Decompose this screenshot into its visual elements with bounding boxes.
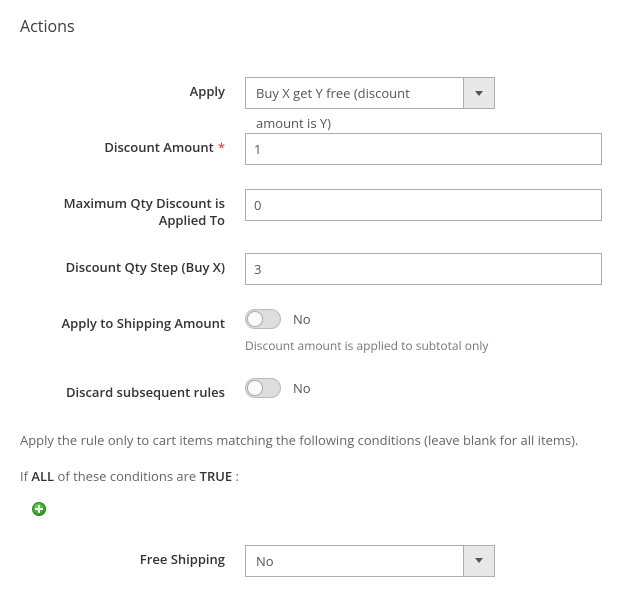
discount-amount-input[interactable] xyxy=(245,133,602,165)
free-shipping-select[interactable]: No xyxy=(245,545,495,577)
qty-step-input[interactable] xyxy=(245,253,602,285)
free-shipping-value: No xyxy=(245,545,463,577)
qty-step-label: Discount Qty Step (Buy X) xyxy=(20,253,245,276)
apply-shipping-hint: Discount amount is applied to subtotal o… xyxy=(245,337,595,354)
apply-shipping-label: Apply to Shipping Amount xyxy=(20,309,245,332)
conditions-aggregator[interactable]: ALL xyxy=(31,467,54,485)
apply-select-value: Buy X get Y free (discount amount is Y) xyxy=(245,77,463,109)
field-discount-amount: Discount Amount* xyxy=(20,133,602,165)
apply-shipping-value: No xyxy=(293,310,311,328)
caret-down-icon xyxy=(475,558,483,563)
field-apply: Apply Buy X get Y free (discount amount … xyxy=(20,77,602,109)
free-shipping-label: Free Shipping xyxy=(20,545,245,568)
discard-rules-value: No xyxy=(293,379,311,397)
field-max-qty: Maximum Qty Discount is Applied To xyxy=(20,189,602,229)
add-condition-button[interactable] xyxy=(32,502,46,516)
apply-shipping-toggle[interactable] xyxy=(245,309,281,329)
apply-label: Apply xyxy=(20,77,245,100)
toggle-knob xyxy=(247,311,263,327)
plus-icon xyxy=(35,505,43,513)
required-mark: * xyxy=(218,138,225,156)
conditions-intro: Apply the rule only to cart items matchi… xyxy=(20,431,602,449)
max-qty-input[interactable] xyxy=(245,189,602,221)
conditions-block: Apply the rule only to cart items matchi… xyxy=(20,431,602,517)
field-discard-rules: Discard subsequent rules No xyxy=(20,378,602,401)
discard-rules-label: Discard subsequent rules xyxy=(20,378,245,401)
toggle-knob xyxy=(247,380,263,396)
apply-select-trigger[interactable] xyxy=(463,77,495,109)
max-qty-label: Maximum Qty Discount is Applied To xyxy=(20,189,245,229)
field-apply-shipping: Apply to Shipping Amount No Discount amo… xyxy=(20,309,602,354)
field-free-shipping: Free Shipping No xyxy=(20,545,602,577)
section-title: Actions xyxy=(20,15,602,37)
discard-rules-toggle[interactable] xyxy=(245,378,281,398)
apply-select[interactable]: Buy X get Y free (discount amount is Y) xyxy=(245,77,495,109)
conditions-line: If ALL of these conditions are TRUE : xyxy=(20,467,602,485)
discount-amount-label: Discount Amount* xyxy=(20,133,245,156)
caret-down-icon xyxy=(475,91,483,96)
free-shipping-select-trigger[interactable] xyxy=(463,545,495,577)
field-qty-step: Discount Qty Step (Buy X) xyxy=(20,253,602,285)
conditions-value[interactable]: TRUE xyxy=(200,467,233,485)
